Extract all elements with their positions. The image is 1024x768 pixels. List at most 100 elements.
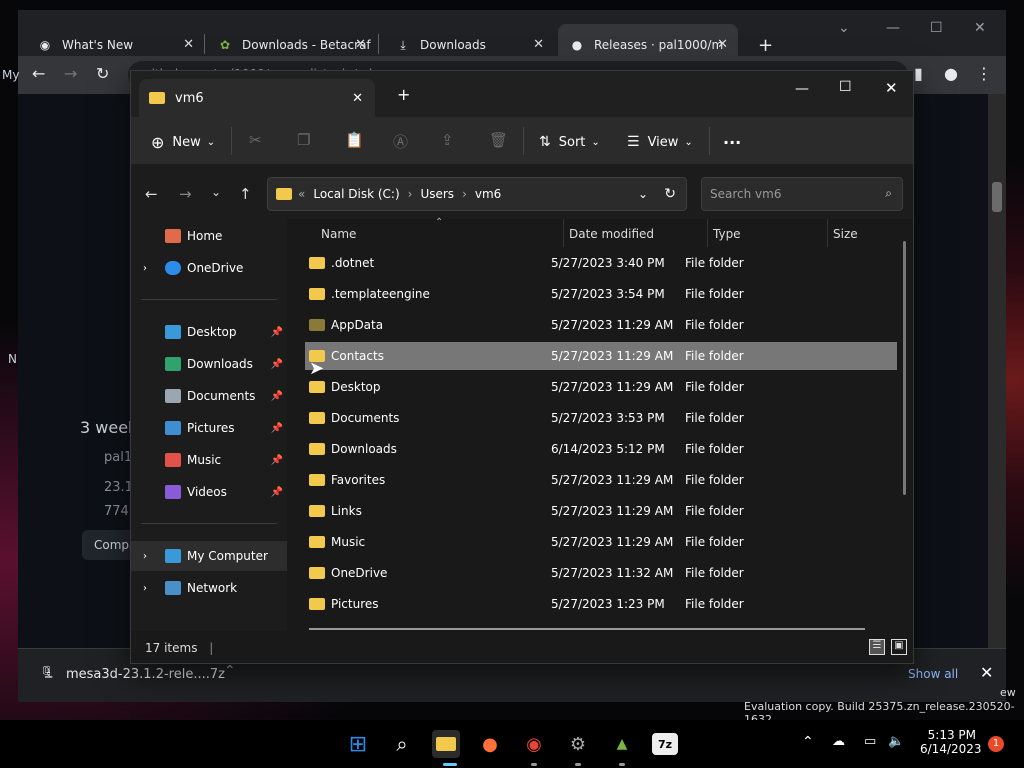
file-row[interactable]: .dotnet 5/27/2023 3:40 PM File folder: [305, 249, 897, 277]
notification-badge[interactable]: 1: [988, 736, 1004, 752]
rename-icon[interactable]: Ⓐ: [393, 131, 408, 152]
file-row[interactable]: Contacts 5/27/2023 11:29 AM File folder: [305, 342, 897, 370]
7zip-icon[interactable]: 7z: [652, 733, 678, 755]
tab-vm6[interactable]: vm6 ✕: [139, 79, 375, 117]
network-status-icon[interactable]: ▭: [864, 734, 876, 749]
release-author[interactable]: pal1: [104, 450, 132, 465]
scroll-thumb[interactable]: [992, 182, 1002, 212]
nav-item-videos[interactable]: Videos 📌: [131, 477, 287, 507]
details-view-icon[interactable]: ☰: [869, 639, 885, 655]
back-icon[interactable]: ←: [145, 185, 158, 203]
paste-icon[interactable]: 📋: [345, 131, 364, 149]
list-scrollbar[interactable]: [903, 241, 906, 495]
file-row[interactable]: Desktop 5/27/2023 11:29 AM File folder: [305, 373, 897, 401]
search-input[interactable]: Search vm6 ⌕: [701, 177, 903, 211]
back-icon[interactable]: ←: [32, 64, 45, 83]
reload-icon[interactable]: ↻: [96, 64, 109, 83]
betacraft-icon[interactable]: ▲: [608, 730, 636, 758]
nav-item-pictures[interactable]: Pictures 📌: [131, 413, 287, 443]
refresh-icon[interactable]: ↻: [664, 186, 676, 202]
sidebar-icon[interactable]: ▮: [914, 64, 923, 83]
close-icon[interactable]: ✕: [352, 91, 363, 106]
close-icon[interactable]: ✕: [355, 37, 366, 52]
file-row[interactable]: Links 5/27/2023 11:29 AM File folder: [305, 497, 897, 525]
breadcrumb-local-disk[interactable]: Local Disk (C:): [313, 187, 399, 201]
pin-icon[interactable]: 📌: [271, 487, 283, 498]
column-divider[interactable]: [827, 219, 828, 247]
chrome-icon[interactable]: ◉: [520, 730, 548, 758]
address-bar[interactable]: « Local Disk (C:) › Users › vm6 ⌄ ↻: [267, 177, 687, 211]
file-row[interactable]: Documents 5/27/2023 3:53 PM File folder: [305, 404, 897, 432]
column-header-type[interactable]: Type: [713, 227, 741, 241]
column-divider[interactable]: [707, 219, 708, 247]
file-explorer-icon[interactable]: [432, 730, 460, 758]
pin-icon[interactable]: 📌: [271, 359, 283, 370]
nav-item-onedrive[interactable]: › OneDrive: [131, 253, 287, 283]
chevron-down-icon[interactable]: ⌄: [838, 20, 850, 36]
pin-icon[interactable]: 📌: [271, 391, 283, 402]
forward-icon[interactable]: →: [64, 64, 77, 83]
nav-item-music[interactable]: Music 📌: [131, 445, 287, 475]
chevron-up-icon[interactable]: ⌃: [802, 734, 814, 750]
chevron-right-icon[interactable]: ›: [143, 551, 147, 562]
menu-icon[interactable]: ⋮: [976, 64, 992, 83]
delete-icon[interactable]: 🗑: [489, 131, 508, 149]
minimize-icon[interactable]: —: [886, 20, 900, 36]
show-all-button[interactable]: Show all: [908, 667, 958, 681]
volume-icon[interactable]: 🔈: [888, 734, 904, 749]
cut-icon[interactable]: ✂: [249, 131, 262, 149]
chevron-right-icon[interactable]: ›: [143, 583, 147, 594]
minimize-icon[interactable]: —: [795, 81, 809, 97]
release-commit[interactable]: 774: [104, 504, 129, 519]
search-icon[interactable]: ⌕: [388, 730, 416, 758]
view-button[interactable]: ☰ View ⌄: [627, 129, 693, 155]
settings-icon[interactable]: ⚙: [564, 730, 592, 758]
download-filename[interactable]: mesa3d-23.1.2-rele....7z: [66, 667, 225, 682]
pin-icon[interactable]: 📌: [271, 423, 283, 434]
maximize-icon[interactable]: ☐: [839, 79, 852, 95]
pin-icon[interactable]: 📌: [271, 327, 283, 338]
up-icon[interactable]: ↑: [239, 185, 252, 203]
chevron-right-icon[interactable]: ›: [143, 263, 147, 274]
close-icon[interactable]: ✕: [974, 20, 986, 36]
clock[interactable]: 5:13 PM 6/14/2023: [920, 728, 982, 756]
release-tag[interactable]: 23.1: [104, 480, 133, 495]
column-header-date[interactable]: Date modified: [569, 227, 654, 241]
file-row[interactable]: Music 5/27/2023 11:29 AM File folder: [305, 528, 897, 556]
column-divider[interactable]: [563, 219, 564, 247]
pin-icon[interactable]: 📌: [271, 455, 283, 466]
nav-item-my-computer[interactable]: › My Computer: [131, 541, 287, 571]
chevron-down-icon[interactable]: ⌄: [211, 185, 221, 199]
close-icon[interactable]: ✕: [885, 79, 898, 97]
start-icon[interactable]: ⊞: [344, 730, 372, 758]
copy-icon[interactable]: ❐: [297, 131, 310, 149]
list-hscrollbar[interactable]: [309, 628, 865, 630]
firefox-icon[interactable]: ●: [476, 730, 504, 758]
breadcrumb-users[interactable]: Users: [420, 187, 454, 201]
close-icon[interactable]: ✕: [717, 37, 728, 52]
new-button[interactable]: ⊕ New ⌄: [151, 129, 215, 155]
chevron-down-icon[interactable]: ⌄: [638, 187, 648, 201]
nav-item-desktop[interactable]: Desktop 📌: [131, 317, 287, 347]
share-icon[interactable]: ⇪: [441, 131, 454, 149]
column-header-name[interactable]: Name: [321, 227, 356, 241]
forward-icon[interactable]: →: [179, 185, 192, 203]
file-row[interactable]: .templateengine 5/27/2023 3:54 PM File fol…: [305, 280, 897, 308]
page-scrollbar[interactable]: [988, 94, 1006, 648]
close-icon[interactable]: ✕: [533, 37, 544, 52]
file-row[interactable]: Downloads 6/14/2023 5:12 PM File folder: [305, 435, 897, 463]
cloud-offline-icon[interactable]: ☁: [832, 734, 845, 749]
close-icon[interactable]: ✕: [183, 37, 194, 52]
maximize-icon[interactable]: ☐: [930, 20, 943, 36]
new-tab-icon[interactable]: +: [397, 85, 410, 104]
nav-item-documents[interactable]: Documents 📌: [131, 381, 287, 411]
file-row[interactable]: Favorites 5/27/2023 11:29 AM File folder: [305, 466, 897, 494]
chevron-up-icon[interactable]: ⌃: [224, 663, 236, 679]
nav-item-downloads[interactable]: Downloads 📌: [131, 349, 287, 379]
column-header-size[interactable]: Size: [833, 227, 858, 241]
file-row[interactable]: OneDrive 5/27/2023 11:32 AM File folder: [305, 559, 897, 587]
nav-item-network[interactable]: › Network: [131, 573, 287, 603]
close-icon[interactable]: ✕: [980, 663, 993, 682]
tiles-view-icon[interactable]: ▣: [891, 639, 907, 655]
more-button[interactable]: ···: [723, 129, 741, 155]
